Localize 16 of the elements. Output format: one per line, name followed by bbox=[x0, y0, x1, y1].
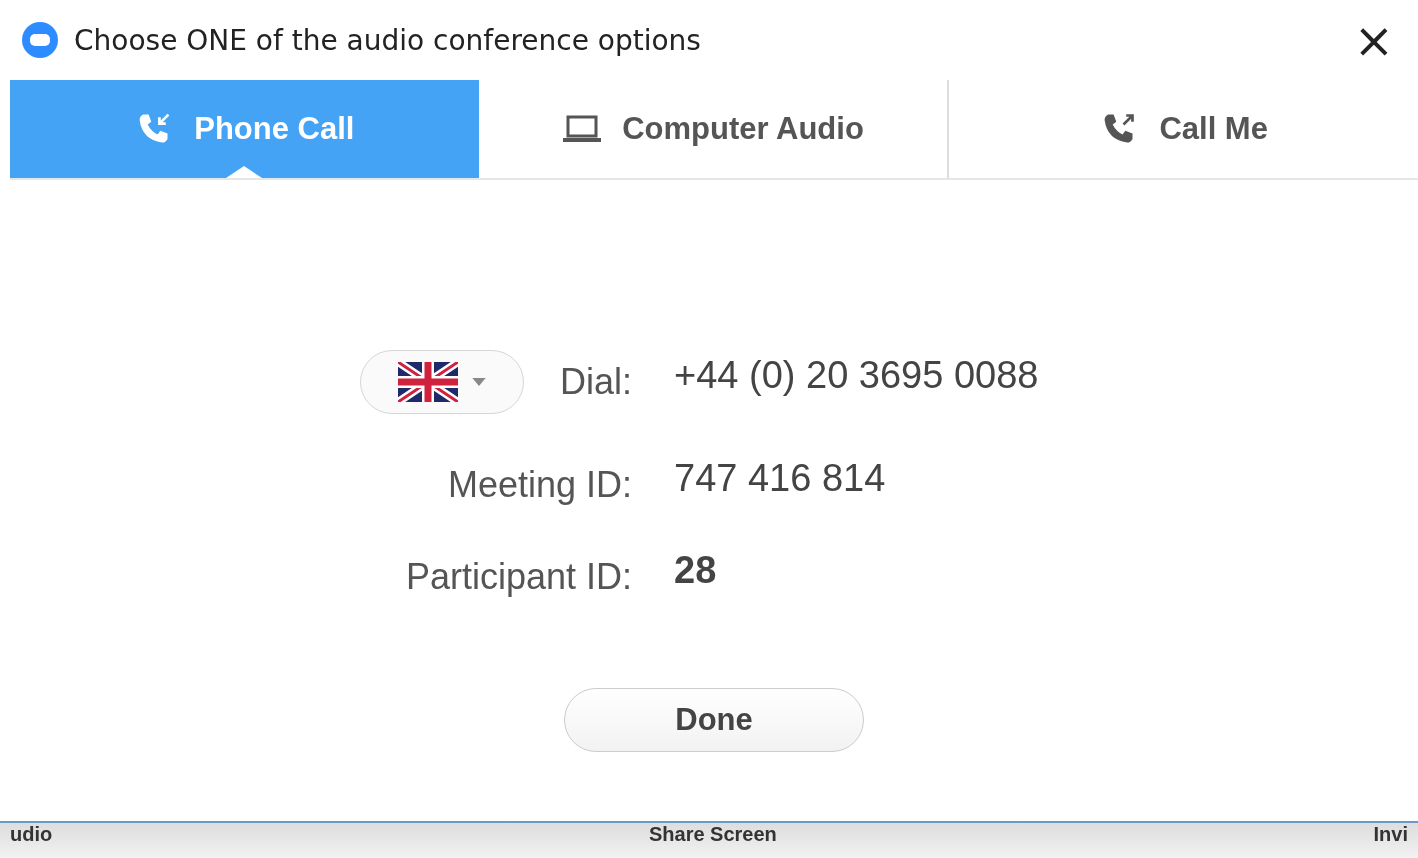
field-label: Meeting ID: bbox=[447, 464, 632, 506]
app-logo-icon bbox=[20, 20, 60, 60]
toolbar-label: udio bbox=[10, 823, 53, 846]
window-title: Choose ONE of the audio conference options bbox=[74, 23, 702, 57]
tab-pointer bbox=[226, 166, 263, 178]
field-value: 747 416 814 bbox=[674, 456, 887, 500]
flag-icon bbox=[397, 362, 458, 402]
field-label: Participant ID: bbox=[405, 556, 632, 598]
toolbar-label: Invi bbox=[1373, 823, 1408, 846]
field-value: +44 (0) 20 3695 0088 bbox=[674, 353, 1040, 397]
field-label: Dial: bbox=[559, 361, 632, 403]
caret-icon bbox=[471, 378, 486, 386]
done-button[interactable]: Done bbox=[564, 688, 864, 752]
field-value: 28 bbox=[674, 548, 718, 592]
toolbar-label: Share Screen bbox=[648, 823, 777, 846]
close-button[interactable]: × bbox=[1349, 16, 1398, 64]
